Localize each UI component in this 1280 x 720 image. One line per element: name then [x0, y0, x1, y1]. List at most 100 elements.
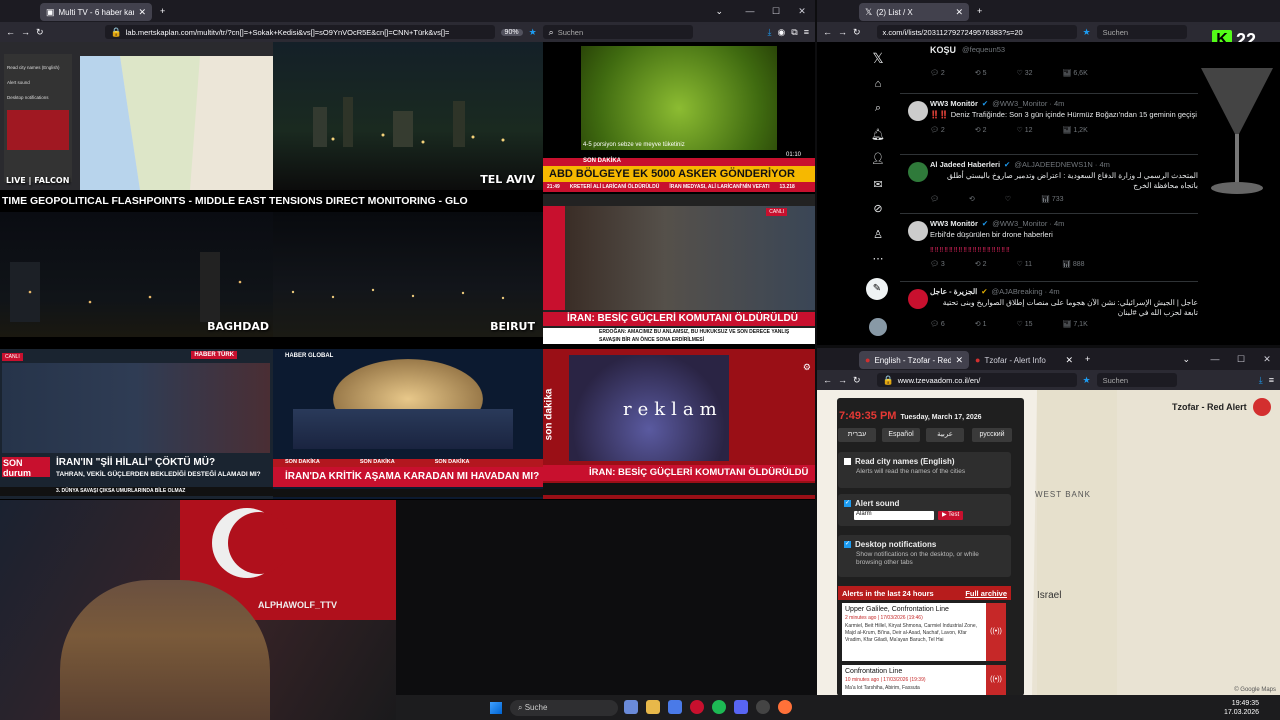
- haberturk-cell[interactable]: CANLI HABER TÜRK SON durum İRAN'IN "Şİİ …: [0, 349, 273, 499]
- food-cell[interactable]: 4-5 porsiyon sebze ve meyve tüketiniz 01…: [543, 42, 815, 192]
- view-count[interactable]: 📊︎ 6,6K: [1063, 69, 1088, 77]
- bookmark-star-icon[interactable]: ★: [1083, 375, 1091, 385]
- minimize-icon[interactable]: —: [1202, 354, 1228, 364]
- explorer-icon[interactable]: [646, 700, 660, 714]
- tweet[interactable]: WW3 Monitör ✔ @WW3_Monitor · 4m ‼️‼️ Deniz…: [900, 95, 1198, 155]
- menu-icon[interactable]: ≡: [804, 27, 809, 37]
- view-count[interactable]: 📊︎ 888: [1062, 260, 1085, 268]
- post-button[interactable]: ✎: [866, 278, 888, 300]
- reload-icon[interactable]: ↻: [853, 27, 861, 37]
- account-avatar[interactable]: [869, 318, 887, 336]
- bookmark-star-icon[interactable]: ★: [1083, 27, 1091, 37]
- tweet-author[interactable]: WW3 Monitör: [930, 219, 978, 228]
- settings-gear-icon[interactable]: ⚙: [803, 363, 811, 372]
- alert-card[interactable]: Upper Galilee, Confrontation Line 2 minu…: [842, 603, 986, 661]
- forward-icon[interactable]: →: [838, 27, 847, 37]
- tweet-author[interactable]: WW3 Monitör: [930, 99, 978, 108]
- reklam-cell[interactable]: reklam son dakika İRAN: BESİÇ GÜÇLERİ KO…: [543, 349, 815, 499]
- reply-count[interactable]: 💬︎ 6: [930, 320, 945, 328]
- view-count[interactable]: 📊︎ 733: [1041, 195, 1064, 203]
- alert-card[interactable]: Confrontation Line 10 minutes ago | 17/0…: [842, 665, 986, 695]
- test-button[interactable]: ▶ Test: [938, 511, 964, 520]
- download-icon[interactable]: ⤓: [1259, 375, 1263, 385]
- minimize-icon[interactable]: —: [737, 6, 763, 16]
- like-icon[interactable]: ♡: [1005, 195, 1011, 203]
- lang-spanish[interactable]: Español: [882, 428, 920, 442]
- close-icon[interactable]: ✕: [1065, 355, 1073, 365]
- notifications-icon[interactable]: 🔔︎: [870, 128, 886, 141]
- read-city-checkbox[interactable]: [844, 458, 851, 465]
- reply-count[interactable]: 💬︎ 2: [930, 126, 945, 134]
- follow-icon[interactable]: 👤︎: [870, 152, 886, 165]
- back-icon[interactable]: ←: [823, 27, 832, 37]
- extensions-icon[interactable]: ⧉: [791, 27, 797, 37]
- tweet[interactable]: KOŞU @fequeun53 💬︎ 2 ⟲ 5 ♡ 32 📊︎ 6,6K: [900, 42, 1198, 94]
- close-icon[interactable]: ✕: [138, 7, 146, 17]
- retweet-count[interactable]: ⟲ 2: [975, 260, 987, 268]
- lang-arabic[interactable]: عربية: [926, 428, 964, 442]
- besic-cell[interactable]: CANLI İRAN: BESİÇ GÜÇLERİ KOMUTANI ÖLDÜR…: [543, 194, 815, 344]
- taskbar-clock[interactable]: 19:49:35 17.03.2026: [1224, 699, 1259, 717]
- zoom-level[interactable]: 90%: [500, 28, 523, 36]
- url-bar[interactable]: 🔒 www.tzevaadom.co.il/en/: [876, 373, 1077, 387]
- avatar[interactable]: [908, 221, 928, 241]
- back-icon[interactable]: ←: [823, 375, 832, 385]
- alert-sound-checkbox[interactable]: ✓: [844, 500, 851, 507]
- new-tab-icon[interactable]: +: [1085, 354, 1090, 364]
- opera-icon[interactable]: [690, 700, 704, 714]
- map-cell[interactable]: Read city names (English) Alert sound De…: [0, 42, 273, 190]
- avatar[interactable]: [908, 101, 928, 121]
- tweet-author[interactable]: Al Jadeed Haberleri: [930, 160, 1000, 169]
- tweet[interactable]: الجزيرة - عاجل ✔ @AJABreaking · 4m عاجل | …: [900, 283, 1198, 343]
- close-icon[interactable]: ✕: [955, 7, 963, 17]
- tab-x-list[interactable]: 𝕏 (2) List / X ✕: [859, 3, 969, 21]
- haberglobal-cell[interactable]: HABER GLOBAL SON DAKİKA SON DAKİKA SON D…: [273, 349, 543, 499]
- profile-icon[interactable]: ♙: [870, 228, 886, 241]
- reply-count[interactable]: 💬︎ 3: [930, 260, 945, 268]
- account-icon[interactable]: ◉: [777, 27, 785, 37]
- app-icon[interactable]: [668, 700, 682, 714]
- reload-icon[interactable]: ↻: [36, 27, 44, 37]
- reply-icon[interactable]: 💬︎: [930, 195, 939, 203]
- widgets-icon[interactable]: [624, 700, 638, 714]
- like-count[interactable]: ♡ 12: [1016, 126, 1032, 134]
- desktop-notif-checkbox[interactable]: ✓: [844, 541, 851, 548]
- avatar[interactable]: [908, 162, 928, 182]
- search-box[interactable]: Suchen: [1096, 373, 1177, 387]
- view-count[interactable]: 📊︎ 1,2K: [1063, 126, 1088, 134]
- tab-tzofar[interactable]: ● English - Tzofar - Red Alert ✕: [859, 351, 969, 369]
- home-icon[interactable]: ⌂: [870, 78, 886, 90]
- tweet[interactable]: Al Jadeed Haberleri ✔ @ALJADEEDNEWS1N · 4m…: [900, 156, 1198, 214]
- like-count[interactable]: ♡ 32: [1016, 69, 1032, 77]
- new-tab-icon[interactable]: +: [977, 6, 982, 16]
- url-bar[interactable]: x.com/i/lists/2031127927249576383?s=20: [876, 25, 1077, 39]
- search-box[interactable]: Suchen: [1096, 25, 1187, 39]
- grok-icon[interactable]: ⊘: [870, 202, 886, 215]
- tab-multitv[interactable]: ▣ Multi TV - 6 haber kanalını aynı ✕: [40, 3, 152, 21]
- download-icon[interactable]: ⤓: [767, 27, 771, 37]
- retweet-count[interactable]: ⟲ 5: [975, 69, 987, 77]
- search-box[interactable]: ⌕ Suchen: [542, 25, 693, 39]
- new-tab-icon[interactable]: +: [160, 6, 165, 16]
- alert-sound-select[interactable]: Alarm: [854, 511, 934, 520]
- tab-alert-info[interactable]: ● Tzofar - Alert Info ✕: [969, 351, 1079, 369]
- lang-russian[interactable]: русский: [972, 428, 1012, 442]
- reload-icon[interactable]: ↻: [853, 375, 861, 385]
- retweet-icon[interactable]: ⟲: [969, 195, 975, 203]
- messages-icon[interactable]: ✉: [870, 178, 886, 191]
- tweet-author[interactable]: الجزيرة - عاجل: [930, 287, 977, 296]
- taskbar-search[interactable]: ⌕ Suche: [510, 700, 618, 716]
- full-archive-link[interactable]: Full archive: [965, 589, 1007, 598]
- like-count[interactable]: ♡ 15: [1016, 320, 1032, 328]
- start-icon[interactable]: [490, 702, 502, 714]
- more-icon[interactable]: ⋯: [870, 252, 886, 265]
- tweet[interactable]: WW3 Monitör ✔ @WW3_Monitor · 4m Erbil'de d…: [900, 215, 1198, 282]
- retweet-count[interactable]: ⟲ 1: [975, 320, 987, 328]
- like-count[interactable]: ♡ 11: [1016, 260, 1032, 268]
- maximize-icon[interactable]: ☐: [1228, 354, 1254, 365]
- firefox-icon[interactable]: [778, 700, 792, 714]
- tel-aviv-cell[interactable]: TEL AVIV: [273, 42, 543, 190]
- lang-hebrew[interactable]: עברית: [838, 428, 876, 442]
- close-window-icon[interactable]: ✕: [1254, 354, 1280, 365]
- avatar[interactable]: [908, 289, 928, 309]
